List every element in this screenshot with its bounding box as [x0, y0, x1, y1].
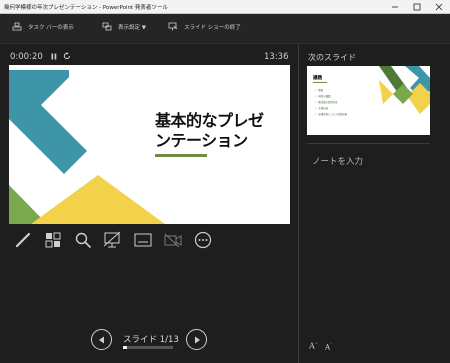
- slide-title-underline: [155, 154, 207, 157]
- restart-timer-icon[interactable]: [63, 52, 71, 60]
- agenda-item: 投資効果とコスト削減効果: [315, 112, 347, 118]
- black-screen-button[interactable]: [98, 229, 128, 251]
- current-slide[interactable]: 基本的なプレゼ ンテーション: [9, 65, 290, 224]
- end-slideshow-label: スライド ショーの終了: [184, 24, 241, 31]
- window-controls: [384, 0, 450, 14]
- decrease-font-button[interactable]: Aˇ: [325, 342, 332, 351]
- show-taskbar-button[interactable]: タスク バーの表示: [12, 22, 74, 31]
- magnifier-icon: [75, 232, 91, 248]
- next-slide-label: 次のスライド: [308, 53, 356, 62]
- window-titlebar: 幾何学模様の年次プレゼンテーション - PowerPoint 発表者ツール: [0, 0, 450, 14]
- arrow-left-icon: [98, 336, 104, 343]
- clock: 13:36: [264, 52, 289, 62]
- next-slide-heading-underline: [313, 82, 327, 83]
- slide-title: 基本的なプレゼ ンテーション: [155, 111, 285, 151]
- see-all-slides-button[interactable]: [38, 229, 68, 251]
- maximize-button[interactable]: [406, 0, 428, 14]
- subtitles-icon: [134, 233, 152, 247]
- pause-timer-icon[interactable]: [51, 53, 57, 60]
- subtitles-button[interactable]: [128, 229, 158, 251]
- presenter-toolbar: タスク バーの表示 表示設定 ▼ スライド ショーの終了: [0, 14, 450, 44]
- more-options-icon: [194, 231, 212, 249]
- previous-slide-button[interactable]: [91, 329, 112, 350]
- end-slideshow-icon: [168, 22, 178, 31]
- font-down-caret: ˇ: [330, 342, 333, 347]
- pen-icon: [15, 232, 31, 248]
- pen-tool-button[interactable]: [8, 229, 38, 251]
- minimize-button[interactable]: [384, 0, 406, 14]
- display-settings-button[interactable]: 表示設定 ▼: [102, 22, 146, 31]
- black-screen-icon: [103, 231, 121, 248]
- slide-tools: [8, 229, 218, 251]
- zoom-button[interactable]: [68, 229, 98, 251]
- arrow-right-icon: [194, 336, 200, 343]
- more-options-button[interactable]: [188, 229, 218, 251]
- camera-toggle-button[interactable]: [158, 229, 188, 251]
- show-taskbar-label: タスク バーの表示: [28, 24, 74, 31]
- next-slide-button[interactable]: [186, 329, 207, 350]
- slide-counter[interactable]: スライド 1/13: [123, 333, 179, 345]
- pane-divider[interactable]: [298, 44, 299, 363]
- display-settings-icon: [102, 22, 112, 31]
- slide-title-line1: 基本的なプレゼ: [155, 111, 264, 130]
- font-up-caret: ^: [314, 341, 319, 346]
- next-slide-heading: 議題: [313, 76, 322, 81]
- slide-progress-bar: [123, 346, 173, 349]
- grid-icon: [45, 232, 61, 248]
- notes-separator: [307, 143, 430, 144]
- slide-progress-fill: [123, 346, 127, 349]
- end-slideshow-button[interactable]: スライド ショーの終了: [168, 22, 241, 31]
- display-settings-label: 表示設定 ▼: [118, 24, 146, 31]
- notes-input[interactable]: ノートを入力: [312, 155, 363, 167]
- next-slide-agenda: 概要 現状の課題 解決策の提案内容 実施計画 投資効果とコスト削減効果: [315, 88, 347, 118]
- next-slide-preview[interactable]: 議題 概要 現状の課題 解決策の提案内容 実施計画 投資効果とコスト削減効果: [307, 66, 430, 135]
- increase-font-button[interactable]: A^: [309, 341, 318, 351]
- slide-title-line2: ンテーション: [155, 131, 248, 150]
- elapsed-timer: 0:00:20: [10, 52, 43, 62]
- camera-off-icon: [164, 233, 182, 248]
- taskbar-icon: [12, 22, 22, 31]
- close-button[interactable]: [428, 0, 450, 14]
- window-title: 幾何学模様の年次プレゼンテーション - PowerPoint 発表者ツール: [4, 4, 168, 11]
